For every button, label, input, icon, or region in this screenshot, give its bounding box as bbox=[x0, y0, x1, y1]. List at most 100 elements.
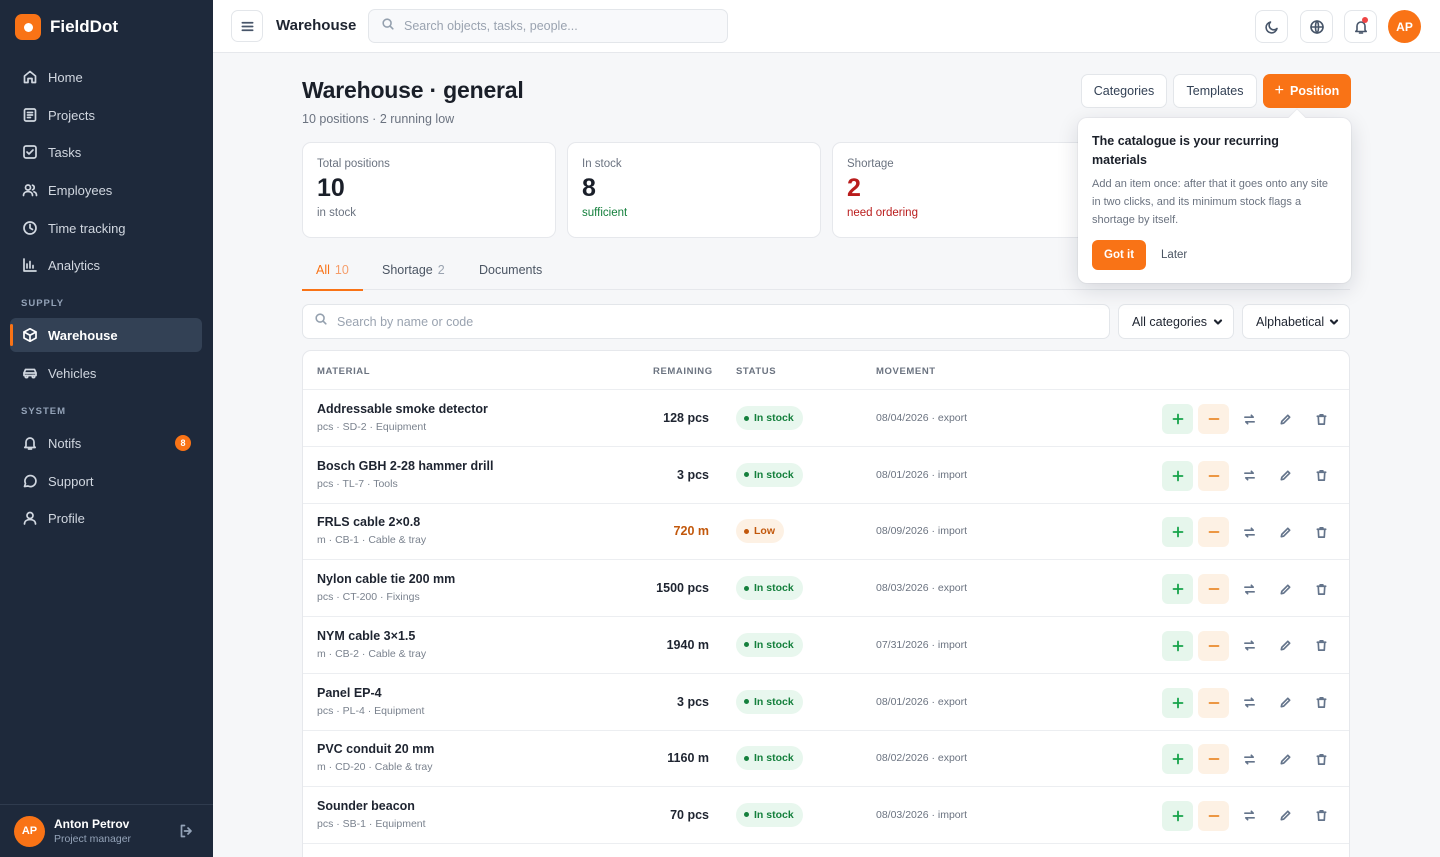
edit-button[interactable] bbox=[1270, 744, 1301, 774]
page-title: Warehouse · general bbox=[302, 77, 524, 103]
table-row[interactable]: FRLS cable 2×0.8 m · CB-1 · Cable & tray 7… bbox=[303, 503, 1349, 561]
search-icon bbox=[314, 312, 328, 331]
transfer-button[interactable] bbox=[1234, 404, 1265, 434]
sidebar-item-warehouse[interactable]: Warehouse bbox=[10, 318, 202, 352]
table-row[interactable]: Sounder beacon pcs · SB-1 · Equipment 70 p… bbox=[303, 787, 1349, 844]
table-row[interactable]: Panel EP-4 pcs · PL-4 · Equipment 3 pcs In … bbox=[303, 674, 1349, 731]
sidebar-item-time-tracking[interactable]: Time tracking bbox=[10, 211, 202, 245]
remove-stock-button[interactable] bbox=[1198, 744, 1229, 775]
column-header-material: MATERIAL bbox=[317, 366, 371, 377]
edit-button[interactable] bbox=[1270, 517, 1301, 547]
edit-button[interactable] bbox=[1270, 574, 1301, 604]
add-stock-button[interactable] bbox=[1162, 800, 1193, 831]
table-row[interactable]: Nylon cable tie 200 mm pcs · CT-200 · Fix… bbox=[303, 560, 1349, 618]
delete-button[interactable] bbox=[1306, 631, 1337, 661]
material-search[interactable] bbox=[302, 304, 1110, 339]
remove-stock-button[interactable] bbox=[1198, 630, 1229, 661]
menu-button[interactable] bbox=[231, 10, 263, 42]
sidebar-item-home[interactable]: Home bbox=[10, 60, 202, 94]
add-stock-button[interactable] bbox=[1162, 517, 1193, 548]
sidebar-item-vehicles[interactable]: Vehicles bbox=[10, 356, 202, 390]
status-badge: In stock bbox=[736, 406, 803, 430]
language-button[interactable] bbox=[1300, 10, 1333, 43]
later-button[interactable]: Later bbox=[1161, 249, 1187, 261]
hamburger-icon bbox=[241, 21, 253, 31]
sidebar-item-projects[interactable]: Projects bbox=[10, 98, 202, 132]
status-label: In stock bbox=[754, 638, 794, 651]
theme-toggle-button[interactable] bbox=[1255, 10, 1288, 43]
categories-button[interactable]: Categories bbox=[1081, 74, 1167, 108]
sidebar-item-label: Time tracking bbox=[48, 220, 126, 236]
transfer-button[interactable] bbox=[1234, 744, 1265, 774]
table-row[interactable]: Bosch GBH 2-28 hammer drill pcs · TL-7 · … bbox=[303, 447, 1349, 504]
logout-icon[interactable] bbox=[178, 823, 194, 839]
delete-button[interactable] bbox=[1306, 688, 1337, 718]
sidebar-item-employees[interactable]: Employees bbox=[10, 173, 202, 207]
avatar[interactable]: AP bbox=[1388, 10, 1421, 43]
globe-icon bbox=[1309, 19, 1324, 34]
transfer-button[interactable] bbox=[1234, 574, 1265, 604]
table-row[interactable]: NYM cable 3×1.5 m · CB-2 · Cable & tray 19… bbox=[303, 617, 1349, 674]
onboarding-popover: The catalogue is your recurring material… bbox=[1078, 118, 1351, 283]
edit-button[interactable] bbox=[1270, 631, 1301, 661]
pencil-icon bbox=[1279, 696, 1292, 709]
brand[interactable]: FieldDot bbox=[15, 14, 118, 40]
status-dot-icon bbox=[744, 642, 749, 648]
nav-section-supply: SUPPLY bbox=[21, 298, 65, 309]
add-stock-button[interactable] bbox=[1162, 630, 1193, 661]
material-name: Addressable smoke detector bbox=[317, 402, 488, 416]
global-search-input[interactable] bbox=[404, 19, 704, 33]
stat-card-shortage: Shortage 2 need ordering bbox=[832, 142, 1086, 238]
edit-button[interactable] bbox=[1270, 688, 1301, 718]
table-row[interactable]: Addressable smoke detector pcs · SD-2 · E… bbox=[303, 390, 1349, 447]
delete-button[interactable] bbox=[1306, 574, 1337, 604]
sidebar-item-tasks[interactable]: Tasks bbox=[10, 135, 202, 169]
table-row[interactable]: PVC conduit 20 mm m · CD-20 · Cable & tra… bbox=[303, 730, 1349, 788]
avatar[interactable]: AP bbox=[14, 815, 45, 847]
tab-shortage[interactable]: Shortage 2 bbox=[382, 263, 445, 290]
add-stock-button[interactable] bbox=[1162, 687, 1193, 718]
templates-button[interactable]: Templates bbox=[1173, 74, 1257, 108]
sidebar-item-profile[interactable]: Profile bbox=[10, 501, 202, 535]
notifications-button[interactable] bbox=[1344, 10, 1377, 43]
add-stock-button[interactable] bbox=[1162, 404, 1193, 434]
remove-stock-button[interactable] bbox=[1198, 460, 1229, 491]
remove-stock-button[interactable] bbox=[1198, 687, 1229, 718]
delete-button[interactable] bbox=[1306, 404, 1337, 434]
sort-select[interactable]: Alphabetical bbox=[1242, 304, 1350, 339]
delete-button[interactable] bbox=[1306, 744, 1337, 774]
remove-stock-button[interactable] bbox=[1198, 404, 1229, 434]
transfer-button[interactable] bbox=[1234, 801, 1265, 831]
sidebar-item-notifs[interactable]: Notifs 8 bbox=[10, 426, 202, 460]
remove-stock-button[interactable] bbox=[1198, 517, 1229, 548]
transfer-button[interactable] bbox=[1234, 517, 1265, 547]
material-search-input[interactable] bbox=[337, 314, 1037, 329]
edit-button[interactable] bbox=[1270, 461, 1301, 491]
templates-button-label: Templates bbox=[1186, 84, 1244, 98]
add-stock-button[interactable] bbox=[1162, 744, 1193, 775]
add-stock-button[interactable] bbox=[1162, 574, 1193, 605]
add-stock-button[interactable] bbox=[1162, 460, 1193, 491]
pencil-icon bbox=[1279, 809, 1292, 822]
delete-button[interactable] bbox=[1306, 517, 1337, 547]
transfer-button[interactable] bbox=[1234, 688, 1265, 718]
car-icon bbox=[22, 365, 38, 381]
category-select[interactable]: All categories bbox=[1118, 304, 1234, 339]
delete-button[interactable] bbox=[1306, 461, 1337, 491]
transfer-button[interactable] bbox=[1234, 461, 1265, 491]
add-position-button[interactable]: + Position bbox=[1263, 74, 1351, 108]
transfer-button[interactable] bbox=[1234, 631, 1265, 661]
remove-stock-button[interactable] bbox=[1198, 574, 1229, 605]
global-search[interactable] bbox=[368, 9, 728, 43]
got-it-button[interactable]: Got it bbox=[1092, 240, 1147, 270]
tab-documents[interactable]: Documents bbox=[479, 263, 542, 290]
user-role: Project manager bbox=[54, 833, 132, 845]
edit-button[interactable] bbox=[1270, 404, 1301, 434]
remove-stock-button[interactable] bbox=[1198, 800, 1229, 831]
edit-button[interactable] bbox=[1270, 801, 1301, 831]
tab-all[interactable]: All 10 bbox=[302, 263, 363, 291]
pencil-icon bbox=[1279, 583, 1292, 596]
sidebar-item-support[interactable]: Support bbox=[10, 464, 202, 498]
delete-button[interactable] bbox=[1306, 801, 1337, 831]
sidebar-item-analytics[interactable]: Analytics bbox=[10, 248, 202, 282]
